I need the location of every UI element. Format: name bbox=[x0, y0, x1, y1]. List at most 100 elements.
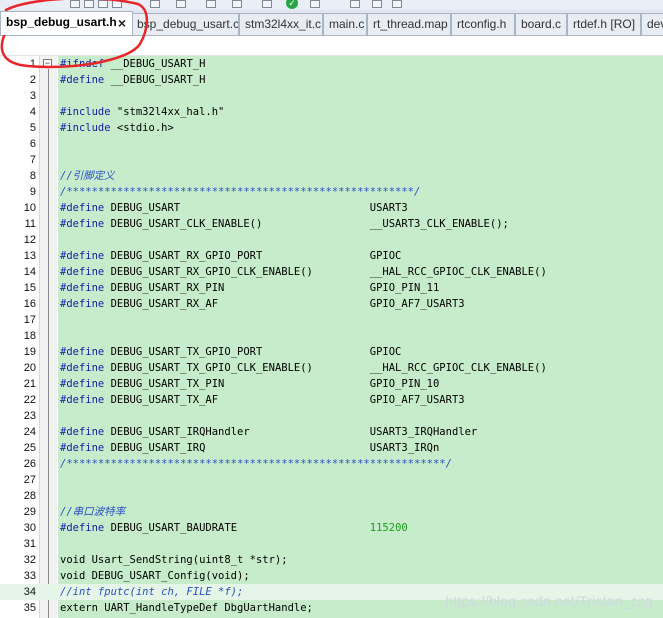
check-icon[interactable]: ✓ bbox=[286, 0, 298, 9]
code-line[interactable]: 18 bbox=[0, 328, 663, 344]
preprocessor-directive: #define bbox=[60, 522, 105, 534]
tab-board-c[interactable]: board.c bbox=[515, 13, 567, 35]
line-number: 4 bbox=[29, 106, 36, 118]
code-line[interactable]: 30 #define DEBUG_USART_BAUDRATE 115200 bbox=[0, 520, 663, 536]
code-body: DEBUG_USART_TX_AF GPIO_AF7_USART3 bbox=[104, 394, 465, 406]
code-line[interactable]: 33 void DEBUG_USART_Config(void); bbox=[0, 568, 663, 584]
code-line[interactable]: 14 #define DEBUG_USART_RX_GPIO_CLK_ENABLE… bbox=[0, 264, 663, 280]
toolbar-button-icon[interactable] bbox=[372, 0, 382, 8]
code-line[interactable]: 28 bbox=[0, 488, 663, 504]
tab-rtconfig-h[interactable]: rtconfig.h bbox=[451, 13, 515, 35]
code-line[interactable]: 31 bbox=[0, 536, 663, 552]
code-text: #include "stm32l4xx_hal.h" bbox=[60, 104, 224, 120]
code-line[interactable]: 26 /*************************************… bbox=[0, 456, 663, 472]
toolbar-button-icon[interactable] bbox=[98, 0, 108, 8]
tab-label: bsp_debug_usart.h bbox=[6, 15, 117, 29]
code-text: #define DEBUG_USART_TX_GPIO_PORT GPIOC bbox=[60, 344, 401, 360]
code-line[interactable]: 13 #define DEBUG_USART_RX_GPIO_PORT GPIOC bbox=[0, 248, 663, 264]
code-line[interactable]: 10 #define DEBUG_USART USART3 bbox=[0, 200, 663, 216]
code-body: <stdio.h> bbox=[110, 122, 174, 134]
toolbar-button-icon[interactable] bbox=[310, 0, 320, 8]
code-body: DEBUG_USART_IRQ USART3_IRQn bbox=[104, 442, 440, 454]
toolbar-button-icon[interactable] bbox=[206, 0, 216, 8]
code-line[interactable]: 19 #define DEBUG_USART_TX_GPIO_PORT GPIOC bbox=[0, 344, 663, 360]
code-body: DEBUG_USART_BAUDRATE bbox=[104, 522, 370, 534]
code-line[interactable]: 32 void Usart_SendString(uint8_t *str); bbox=[0, 552, 663, 568]
code-text: #define DEBUG_USART_CLK_ENABLE() __USART… bbox=[60, 216, 509, 232]
line-number: 30 bbox=[23, 522, 36, 534]
preprocessor-directive: #define bbox=[60, 394, 105, 406]
code-line[interactable]: 25 #define DEBUG_USART_IRQ USART3_IRQn bbox=[0, 440, 663, 456]
code-line[interactable]: 6 bbox=[0, 136, 663, 152]
code-line[interactable]: 20 #define DEBUG_USART_TX_GPIO_CLK_ENABLE… bbox=[0, 360, 663, 376]
close-icon[interactable]: × bbox=[118, 14, 126, 32]
code-line[interactable]: 4 #include "stm32l4xx_hal.h" bbox=[0, 104, 663, 120]
code-text: /***************************************… bbox=[60, 184, 420, 200]
code-text: void DEBUG_USART_Config(void); bbox=[60, 568, 250, 584]
code-body: DEBUG_USART_TX_GPIO_CLK_ENABLE() __HAL_R… bbox=[104, 362, 547, 374]
tab-label: dev bbox=[647, 17, 663, 31]
code-body: void DEBUG_USART_Config(void); bbox=[60, 570, 250, 582]
tab-stm32l4xx-it-c[interactable]: stm32l4xx_it.c bbox=[239, 13, 323, 35]
code-text: #ifndef __DEBUG_USART_H bbox=[60, 56, 205, 72]
tab-rt-thread-map[interactable]: rt_thread.map bbox=[367, 13, 451, 35]
code-line[interactable]: 9 /**************************************… bbox=[0, 184, 663, 200]
code-line[interactable]: 24 #define DEBUG_USART_IRQHandler USART3_… bbox=[0, 424, 663, 440]
preprocessor-directive: #ifndef bbox=[60, 58, 105, 70]
toolbar-button-icon[interactable] bbox=[70, 0, 80, 8]
preprocessor-directive: #define bbox=[60, 426, 105, 438]
code-line[interactable]: 21 #define DEBUG_USART_TX_PIN GPIO_PIN_10 bbox=[0, 376, 663, 392]
code-line[interactable]: 8 //引脚定义 bbox=[0, 168, 663, 184]
line-number: 25 bbox=[23, 442, 36, 454]
code-line[interactable]: 29 //串口波特率 bbox=[0, 504, 663, 520]
tab-label: stm32l4xx_it.c bbox=[245, 17, 322, 31]
code-body: DEBUG_USART_RX_GPIO_PORT GPIOC bbox=[104, 250, 402, 262]
code-line[interactable]: 11 #define DEBUG_USART_CLK_ENABLE() __USA… bbox=[0, 216, 663, 232]
code-line[interactable]: 3 bbox=[0, 88, 663, 104]
code-text: //串口波特率 bbox=[60, 504, 125, 520]
code-line[interactable]: 23 bbox=[0, 408, 663, 424]
preprocessor-directive: #define bbox=[60, 250, 105, 262]
tab-label: rtdef.h [RO] bbox=[573, 17, 636, 31]
tab-main-c[interactable]: main.c bbox=[323, 13, 367, 35]
tab-bsp-debug-usart-c[interactable]: bsp_debug_usart.c bbox=[131, 13, 239, 35]
toolbar-button-icon[interactable] bbox=[150, 0, 160, 8]
code-text: #define DEBUG_USART_BAUDRATE 115200 bbox=[60, 520, 408, 536]
code-comment: /***************************************… bbox=[60, 458, 452, 470]
code-line[interactable]: 12 bbox=[0, 232, 663, 248]
preprocessor-directive: #include bbox=[60, 122, 111, 134]
code-line[interactable]: 22 #define DEBUG_USART_TX_AF GPIO_AF7_USA… bbox=[0, 392, 663, 408]
editor-header-strip bbox=[0, 36, 663, 56]
toolbar-button-icon[interactable] bbox=[112, 0, 122, 8]
code-body: DEBUG_USART_RX_PIN GPIO_PIN_11 bbox=[104, 282, 440, 294]
code-line[interactable]: 5 #include <stdio.h> bbox=[0, 120, 663, 136]
tab-rtdef-h[interactable]: rtdef.h [RO] bbox=[567, 13, 641, 35]
toolbar-button-icon[interactable] bbox=[262, 0, 272, 8]
toolbar-button-icon[interactable] bbox=[176, 0, 186, 8]
line-number: 24 bbox=[23, 426, 36, 438]
line-number: 32 bbox=[23, 554, 36, 566]
toolbar-button-icon[interactable] bbox=[84, 0, 94, 8]
code-body: DEBUG_USART_RX_GPIO_CLK_ENABLE() __HAL_R… bbox=[104, 266, 547, 278]
code-editor[interactable]: − 1 #ifndef __DEBUG_USART_H 2 #define __DEB… bbox=[0, 56, 663, 618]
code-line[interactable]: 16 #define DEBUG_USART_RX_AF GPIO_AF7_USA… bbox=[0, 296, 663, 312]
code-comment: /***************************************… bbox=[60, 186, 421, 198]
code-line[interactable]: 7 bbox=[0, 152, 663, 168]
tab-dev[interactable]: dev bbox=[641, 13, 663, 35]
tab-label: rt_thread.map bbox=[373, 17, 448, 31]
code-text: #define DEBUG_USART_RX_PIN GPIO_PIN_11 bbox=[60, 280, 439, 296]
toolbar-button-icon[interactable] bbox=[232, 0, 242, 8]
toolbar: ✓ bbox=[0, 0, 663, 10]
tab-bsp-debug-usart-h[interactable]: bsp_debug_usart.h × bbox=[0, 11, 133, 35]
preprocessor-directive: #define bbox=[60, 266, 105, 278]
line-number: 26 bbox=[23, 458, 36, 470]
code-line[interactable]: 2 #define __DEBUG_USART_H bbox=[0, 72, 663, 88]
code-line[interactable]: 1 #ifndef __DEBUG_USART_H bbox=[0, 56, 663, 72]
code-line[interactable]: 27 bbox=[0, 472, 663, 488]
code-text: #define DEBUG_USART_TX_PIN GPIO_PIN_10 bbox=[60, 376, 439, 392]
preprocessor-directive: #define bbox=[60, 282, 105, 294]
toolbar-button-icon[interactable] bbox=[350, 0, 360, 8]
code-line[interactable]: 17 bbox=[0, 312, 663, 328]
toolbar-button-icon[interactable] bbox=[392, 0, 402, 8]
code-line[interactable]: 15 #define DEBUG_USART_RX_PIN GPIO_PIN_11 bbox=[0, 280, 663, 296]
